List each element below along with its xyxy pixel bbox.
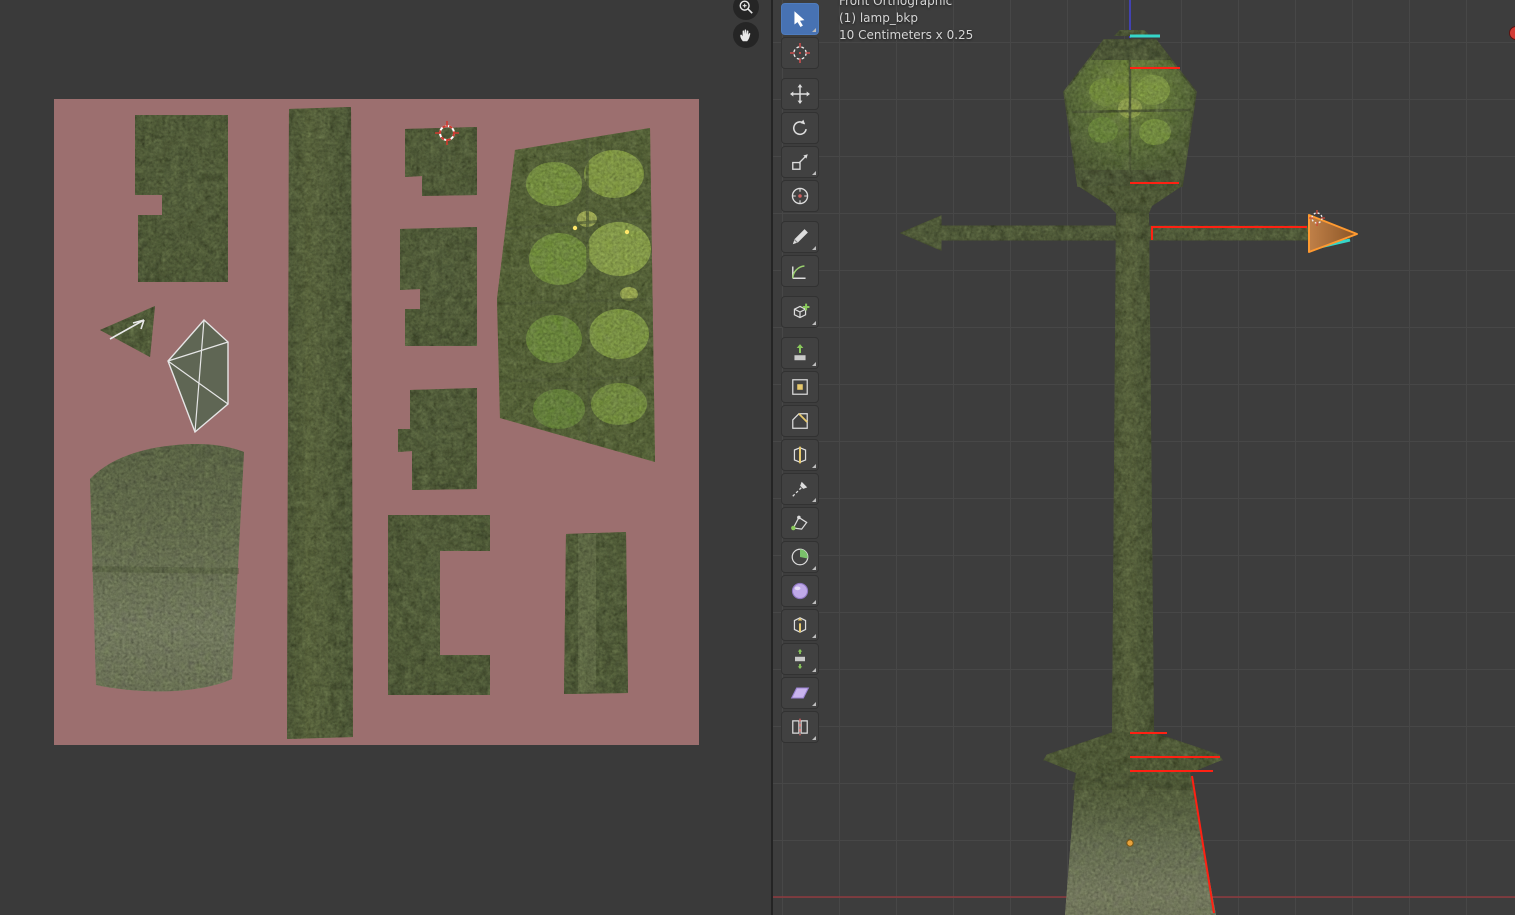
loop-cut-icon	[790, 445, 810, 465]
viewport-3d[interactable]: Front Orthographic (1) lamp_bkp 10 Centi…	[771, 0, 1515, 915]
tool-bevel[interactable]	[781, 405, 819, 437]
tool-spin[interactable]	[781, 541, 819, 573]
uv-island-collar[interactable]	[400, 227, 477, 346]
uv-canvas[interactable]	[54, 99, 699, 745]
uv-vertex-dot[interactable]	[625, 230, 629, 234]
spin-icon	[790, 547, 810, 567]
tool-edge-slide[interactable]	[781, 609, 819, 641]
tool-inset-faces[interactable]	[781, 371, 819, 403]
poly-build-icon	[790, 513, 810, 533]
tool-extrude-region[interactable]	[781, 337, 819, 369]
uv-vertex-dot[interactable]	[573, 226, 577, 230]
tool-rotate[interactable]	[781, 112, 819, 144]
tool-smooth[interactable]	[781, 575, 819, 607]
lamp-arm-left-arrow[interactable]	[901, 216, 941, 250]
tool-select-box[interactable]	[781, 3, 819, 35]
select-box-icon	[790, 9, 810, 29]
knife-icon	[790, 479, 810, 499]
lamp-lantern-collar[interactable]	[1078, 186, 1182, 206]
uv-editor[interactable]	[0, 0, 770, 915]
lamp-pedestal[interactable]	[1065, 773, 1216, 915]
toolbar	[779, 2, 821, 744]
shear-icon	[790, 683, 810, 703]
pan-icon	[738, 27, 754, 43]
tool-knife[interactable]	[781, 473, 819, 505]
red-sphere-partial	[1510, 27, 1515, 40]
cursor-icon	[790, 43, 810, 63]
extrude-region-icon	[790, 343, 810, 363]
tool-annotate[interactable]	[781, 221, 819, 253]
move-icon	[790, 84, 810, 104]
smooth-icon	[790, 581, 810, 601]
bevel-icon	[790, 411, 810, 431]
zoom-gizmo[interactable]	[733, 0, 759, 20]
object-origin-dot[interactable]	[1127, 840, 1133, 846]
tool-add-cube[interactable]	[781, 296, 819, 328]
lamp-model[interactable]	[901, 30, 1313, 915]
zoom-icon	[738, 0, 754, 15]
rip-region-icon	[790, 717, 810, 737]
tool-shrink-fatten[interactable]	[781, 643, 819, 675]
pan-gizmo[interactable]	[733, 22, 759, 48]
measure-icon	[790, 261, 810, 281]
lamp-arm-right-arrow-selected[interactable]	[1309, 215, 1357, 252]
tool-transform[interactable]	[781, 180, 819, 212]
edge-slide-icon	[790, 615, 810, 635]
blender-window: Front Orthographic (1) lamp_bkp 10 Centi…	[0, 0, 1515, 915]
tool-shear[interactable]	[781, 677, 819, 709]
tool-cursor[interactable]	[781, 37, 819, 69]
tool-measure[interactable]	[781, 255, 819, 287]
inset-faces-icon	[790, 377, 810, 397]
tool-rip-region[interactable]	[781, 711, 819, 743]
tool-poly-build[interactable]	[781, 507, 819, 539]
scale-icon	[790, 152, 810, 172]
annotate-icon	[790, 227, 810, 247]
viewport-canvas[interactable]	[773, 0, 1515, 915]
tool-scale[interactable]	[781, 146, 819, 178]
tool-loop-cut[interactable]	[781, 439, 819, 471]
add-cube-icon	[790, 302, 810, 322]
shrink-fatten-icon	[790, 649, 810, 669]
tool-move[interactable]	[781, 78, 819, 110]
lamp-base-flare[interactable]	[1044, 733, 1222, 760]
rotate-icon	[790, 118, 810, 138]
transform-icon	[790, 186, 810, 206]
